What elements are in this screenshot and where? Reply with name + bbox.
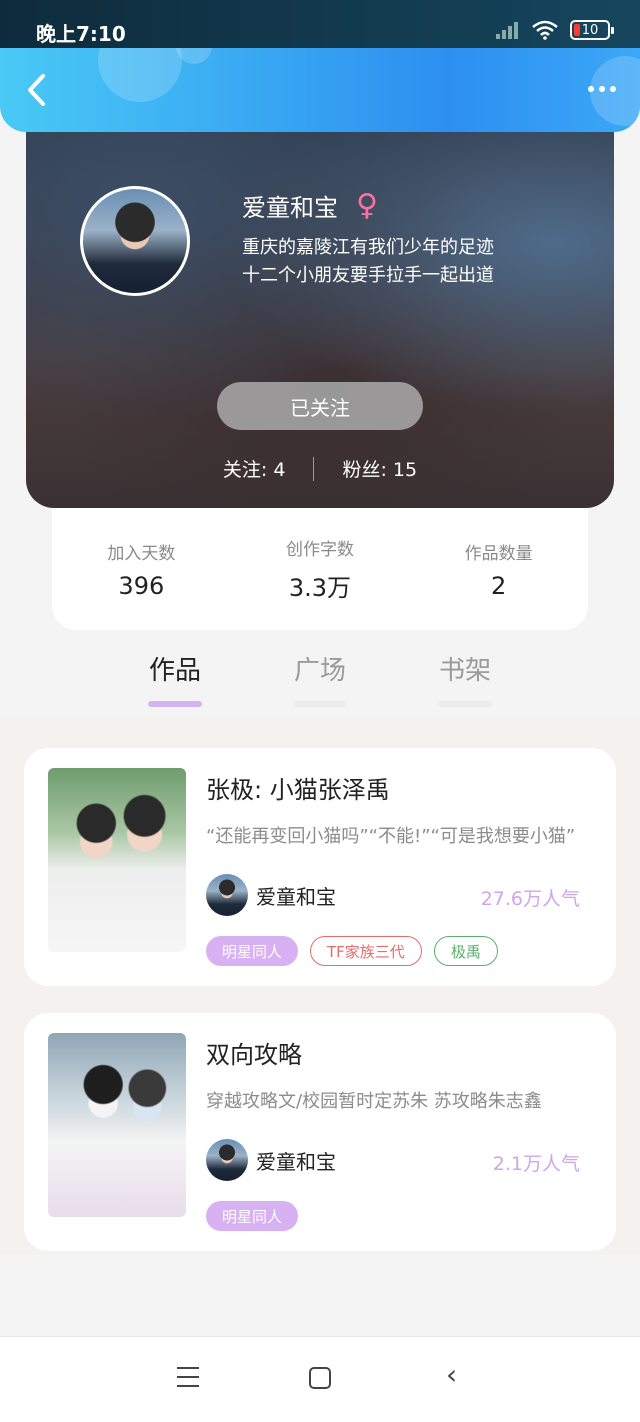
author-avatar	[206, 1139, 248, 1181]
work-cover-image[interactable]	[48, 1033, 186, 1217]
follow-button[interactable]: 已关注	[217, 382, 423, 430]
signal-icon	[496, 21, 520, 39]
author-name: 爱童和宝	[256, 884, 336, 909]
work-title[interactable]: 双向攻略	[206, 1035, 302, 1070]
tag[interactable]: 明星同人	[206, 936, 299, 966]
tag[interactable]: 极禹	[433, 936, 498, 966]
more-button[interactable]	[582, 74, 622, 104]
female-icon: ♀	[356, 187, 378, 223]
profile-nickname-row: 爱童和宝 ♀	[242, 188, 378, 223]
menu-icon[interactable]	[177, 1367, 201, 1391]
fans-count[interactable]: 粉丝: 15	[342, 455, 417, 482]
home-icon[interactable]	[309, 1367, 331, 1389]
battery-icon: 10	[570, 20, 614, 40]
tag[interactable]: TF家族三代	[310, 936, 422, 966]
stat-label: 创作字数	[285, 540, 354, 560]
tab-square[interactable]: 广场	[280, 650, 360, 707]
wifi-icon	[532, 20, 558, 40]
tab-indicator	[438, 701, 492, 707]
tab-label: 广场	[293, 656, 346, 686]
work-author[interactable]: 爱童和宝	[206, 1139, 336, 1181]
battery-level: 10	[581, 22, 599, 38]
top-header	[0, 48, 640, 132]
nav-back-icon[interactable]: ‹	[446, 1361, 470, 1389]
tab-label: 书架	[438, 656, 491, 686]
work-cover-image[interactable]	[48, 768, 186, 952]
work-tags: 明星同人	[206, 1201, 299, 1231]
profile-hero: 爱童和宝 ♀ 重庆的嘉陵江有我们少年的足迹 十二个小朋友要手拉手一起出道 已关注…	[26, 130, 614, 508]
stats-card: 加入天数 396 创作字数 3.3万 作品数量 2	[52, 508, 588, 630]
avatar[interactable]	[80, 186, 190, 296]
author-avatar	[206, 874, 248, 916]
status-time: 晚上7:10	[36, 22, 126, 46]
work-author[interactable]: 爱童和宝	[206, 874, 336, 916]
following-count[interactable]: 关注: 4	[223, 455, 286, 482]
stat-word-count: 创作字数 3.3万	[245, 535, 395, 603]
profile-nickname: 爱童和宝	[242, 194, 338, 222]
back-button[interactable]	[18, 68, 54, 112]
tab-indicator	[293, 701, 347, 707]
back-icon	[28, 74, 45, 106]
work-card[interactable]: 张极: 小猫张泽禹 “还能再变回小猫吗”“不能!”“可是我想要小猫” 爱童和宝 …	[24, 748, 616, 986]
stat-join-days: 加入天数 396	[66, 539, 216, 600]
stat-value: 396	[118, 571, 165, 600]
bio-line: 十二个小朋友要手拉手一起出道	[242, 265, 494, 286]
stat-label: 作品数量	[464, 543, 533, 564]
work-description: 穿越攻略文/校园暂时定苏朱 苏攻略朱志鑫	[206, 1091, 542, 1112]
work-card[interactable]: 双向攻略 穿越攻略文/校园暂时定苏朱 苏攻略朱志鑫 爱童和宝 2.1万人气 明星…	[24, 1013, 616, 1251]
tab-works[interactable]: 作品	[135, 650, 215, 707]
work-description: “还能再变回小猫吗”“不能!”“可是我想要小猫”	[206, 826, 576, 847]
work-popularity: 2.1万人气	[492, 1153, 580, 1175]
author-name: 爱童和宝	[256, 1149, 336, 1174]
tab-label: 作品	[148, 656, 201, 686]
bio-line: 重庆的嘉陵江有我们少年的足迹	[242, 237, 494, 258]
more-icon	[588, 86, 594, 92]
tab-bookshelf[interactable]: 书架	[425, 650, 505, 707]
stat-value: 3.3万	[288, 574, 352, 602]
work-popularity: 27.6万人气	[480, 888, 580, 910]
profile-tabs: 作品 广场 书架	[0, 640, 640, 718]
tag[interactable]: 明星同人	[206, 1201, 299, 1231]
stat-value: 2	[491, 571, 507, 600]
work-tags: 明星同人 TF家族三代 极禹	[206, 936, 498, 966]
work-title[interactable]: 张极: 小猫张泽禹	[206, 770, 390, 805]
divider	[313, 456, 315, 481]
stat-label: 加入天数	[107, 543, 176, 564]
follow-stats: 关注: 4 粉丝: 15	[26, 455, 614, 482]
tab-indicator	[148, 701, 202, 707]
system-nav-bar: ‹	[0, 1336, 640, 1422]
profile-bio: 重庆的嘉陵江有我们少年的足迹 十二个小朋友要手拉手一起出道	[242, 234, 494, 290]
status-icons: 10	[496, 20, 614, 40]
stat-works-count: 作品数量 2	[424, 539, 574, 600]
